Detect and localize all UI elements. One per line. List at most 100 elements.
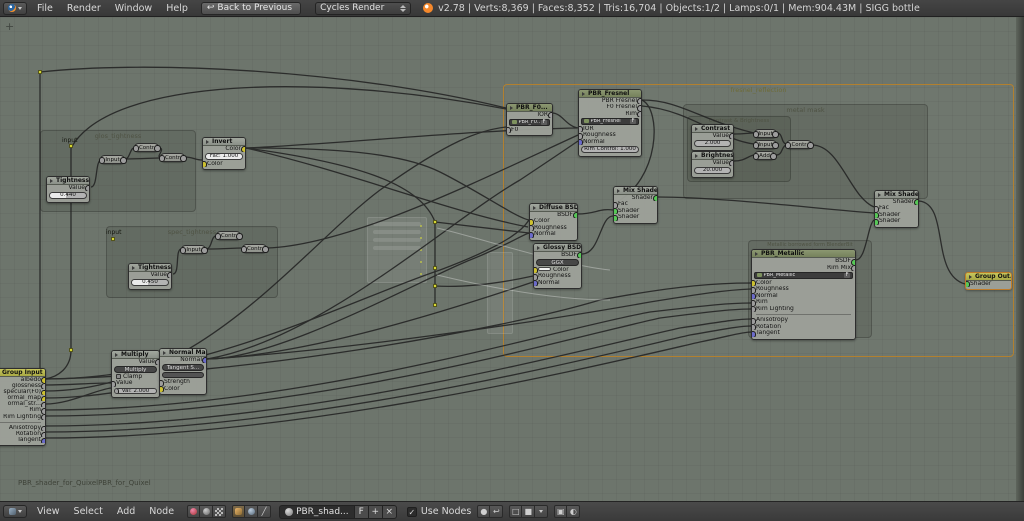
uv-map-field[interactable] (162, 372, 204, 379)
collapsed-node-contr[interactable]: Contr (786, 140, 812, 149)
output-normal[interactable]: Normal (160, 357, 206, 364)
node-group-selector[interactable]: PBR_F0... F (509, 119, 550, 126)
menu-file[interactable]: File (30, 3, 60, 14)
output-value[interactable]: Value (129, 272, 171, 279)
world-texture-button[interactable] (245, 505, 258, 518)
fake-user-button[interactable]: F (844, 273, 850, 278)
collapsed-node-add[interactable]: Add (754, 151, 775, 160)
editor-type-button[interactable] (3, 2, 27, 15)
input-value-2-slider[interactable]: Val: 2.000 (114, 388, 157, 395)
input-rim-lighting[interactable]: Rim Lighting (752, 306, 855, 313)
input-value-1[interactable]: Value (112, 380, 159, 387)
object-texture-button[interactable] (232, 505, 245, 518)
menu-add[interactable]: Add (110, 506, 142, 517)
node-glossy-bsdf[interactable]: Glossy BSDF BSDF GGX Color Roughness Nor… (533, 243, 582, 289)
value-slider[interactable]: 20.000 (694, 167, 731, 174)
reroute-node[interactable] (433, 303, 437, 307)
node-contrast[interactable]: Contrast Value 2.000 (691, 124, 734, 151)
node-group-selector[interactable]: PBR_Metallic F (754, 272, 853, 279)
snap-element-button[interactable]: ■ (522, 505, 535, 518)
collapsed-node-input[interactable]: Input (181, 245, 206, 254)
collapsed-node-contr[interactable]: Contr (242, 244, 267, 253)
node-normal-map[interactable]: Normal Map Normal Tangent S... Strength … (159, 348, 207, 395)
output-value[interactable]: Value (692, 133, 733, 140)
pin-icon-button[interactable]: ● (477, 505, 490, 518)
node-editor-canvas[interactable]: + fresnel_reflection metal mask Contrast… (0, 17, 1024, 501)
world-shader-button[interactable] (200, 505, 213, 518)
node-mix-shader-2[interactable]: Mix Shader Shader Fac Shader Shader (874, 190, 919, 228)
input-color[interactable]: Color (203, 161, 245, 168)
output-rim[interactable]: Rim (579, 111, 641, 118)
value-slider[interactable]: 2.000 (694, 140, 731, 147)
input-color[interactable]: Color (160, 386, 206, 393)
collapsed-node-input[interactable]: Input (754, 140, 777, 149)
go-to-parent-button[interactable]: ↩ (490, 505, 503, 518)
input-normal[interactable]: Normal (534, 280, 581, 287)
texture-shader-button[interactable] (213, 505, 226, 518)
node-pbr-fresnel[interactable]: PBR_Fresnel PBR Fresnel F0 Fresnel Rim P… (578, 89, 642, 157)
node-group-output[interactable]: Group Out... Shader (965, 272, 1012, 290)
menu-select[interactable]: Select (67, 506, 110, 517)
node-tightness-1[interactable]: Tightness Value 0.440 (46, 176, 90, 203)
input-f0[interactable]: F0 (507, 127, 552, 134)
input-normal[interactable]: Normal (579, 139, 641, 146)
use-nodes-toggle[interactable]: ✓ Use Nodes (407, 506, 472, 517)
reroute-node[interactable] (433, 266, 437, 270)
reroute-node[interactable] (38, 70, 42, 74)
output-tangent[interactable]: Tangent (0, 437, 45, 443)
input-shader-2[interactable]: Shader (875, 218, 918, 225)
unlink-datablock-button[interactable]: × (383, 505, 397, 519)
node-group-selector[interactable]: PBR_Fresnel F (581, 118, 639, 125)
snap-toggle-button[interactable]: □ (509, 505, 522, 518)
collapsed-node-input[interactable]: Input (754, 129, 777, 138)
menu-view[interactable]: View (30, 506, 67, 517)
output-color[interactable]: Color (203, 146, 245, 153)
input-shader[interactable]: Shader (966, 281, 1011, 288)
node-brightness[interactable]: Brightness Value 20.000 (691, 151, 734, 178)
node-tree-name-field[interactable]: PBR_shad... (279, 505, 354, 519)
new-datablock-button[interactable]: + (369, 505, 383, 519)
hide-unused-button[interactable]: ◐ (567, 505, 580, 518)
snap-mode-select[interactable] (535, 505, 548, 518)
brush-texture-button[interactable]: ╱ (258, 505, 271, 518)
node-pbr-metallic[interactable]: PBR_Metallic BSDF Rim Mix PBR_Metallic F… (751, 249, 856, 340)
space-select[interactable]: Tangent S... (162, 364, 204, 371)
distribution-select[interactable]: GGX (536, 259, 579, 266)
collapsed-node-contr[interactable]: Contr (160, 153, 185, 162)
back-to-previous-button[interactable]: ↩ Back to Previous (201, 2, 301, 15)
collapsed-node-contr[interactable]: Contr (134, 143, 159, 152)
render-engine-select[interactable]: Cycles Render (315, 2, 411, 15)
output-bsdf[interactable]: BSDF (534, 252, 581, 259)
node-mix-shader-1[interactable]: Mix Shader Shader Fac Shader Shader (613, 186, 658, 224)
reroute-node[interactable] (69, 144, 73, 148)
region-split-widget[interactable]: + (5, 20, 14, 33)
output-rim-mix[interactable]: Rim Mix (752, 265, 855, 272)
reroute-node[interactable] (111, 237, 115, 241)
input-tangent[interactable]: Tangent (752, 330, 855, 337)
node-invert[interactable]: Invert Color Fac: 1.000 Color (202, 137, 246, 170)
fake-user-button[interactable]: F (630, 119, 636, 124)
rim-control-slider[interactable]: Rim Control: 1.000 (581, 146, 639, 153)
input-normal[interactable]: Normal (530, 231, 577, 238)
collapsed-node-contr[interactable]: Contr (216, 231, 241, 240)
reroute-node[interactable] (433, 220, 437, 224)
output-rim-lighting[interactable]: Rim Lighting (0, 414, 45, 420)
node-tightness-2[interactable]: Tightness Value 0.450 (128, 263, 172, 290)
value-slider[interactable]: 0.450 (131, 279, 169, 286)
node-diffuse-bsdf[interactable]: Diffuse BSDF BSDF Color Roughness Normal (529, 203, 578, 241)
reroute-node[interactable] (433, 284, 437, 288)
collapsed-node-input[interactable]: Input (100, 155, 125, 164)
fake-user-button[interactable]: F (541, 120, 547, 125)
operation-select[interactable]: Multiply (114, 366, 157, 373)
node-pbr-f0[interactable]: PBR_F0... IOR PBR_F0... F F0 (506, 103, 553, 136)
fake-user-button[interactable]: F (354, 505, 369, 519)
menu-help[interactable]: Help (159, 3, 195, 14)
menu-render[interactable]: Render (60, 3, 108, 14)
input-shader-2[interactable]: Shader (614, 214, 657, 221)
output-value[interactable]: Value (112, 359, 159, 366)
fac-slider[interactable]: Fac: 1.000 (205, 153, 243, 160)
output-ior[interactable]: IOR (507, 112, 552, 119)
node-multiply[interactable]: Multiply Value Multiply Clamp Value Val:… (111, 350, 160, 398)
output-value[interactable]: Value (692, 160, 733, 167)
color-swatch[interactable] (538, 267, 551, 272)
